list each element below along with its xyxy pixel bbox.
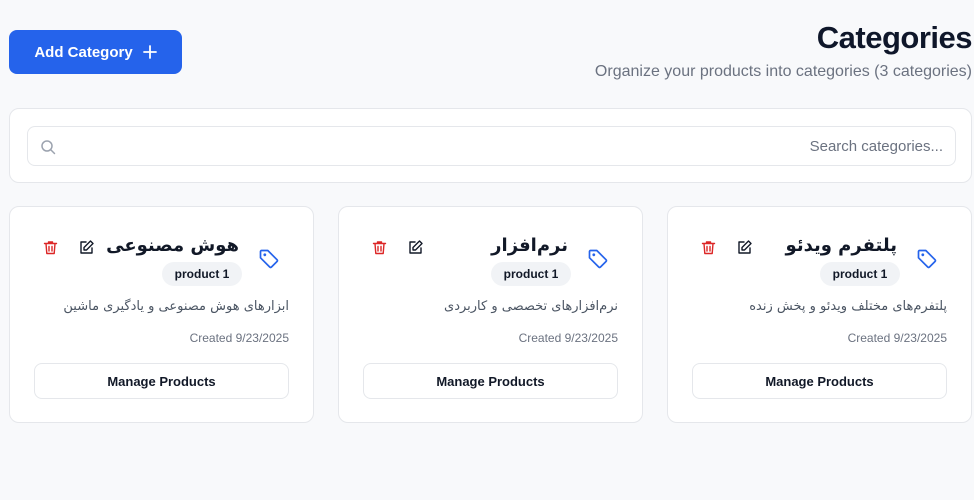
category-created-date: Created 9/23/2025 — [189, 331, 289, 345]
category-card: هوش مصنوعی product 1 ابزارهای هوش مصنوعی… — [9, 206, 314, 423]
category-card: پلتفرم ویدئو product 1 پلتفرم‌های مختلف … — [667, 206, 972, 423]
category-created-date: Created 9/23/2025 — [518, 331, 618, 345]
page-title: Categories — [816, 20, 973, 55]
search-input[interactable] — [68, 127, 943, 165]
manage-products-button[interactable]: Manage Products — [692, 363, 947, 399]
manage-products-button[interactable]: Manage Products — [34, 363, 289, 399]
tag-icon — [258, 248, 280, 270]
plus-icon — [142, 45, 157, 59]
search-icon — [40, 139, 56, 155]
edit-icon[interactable] — [407, 239, 424, 256]
product-count-badge: product 1 — [162, 262, 242, 286]
manage-products-button[interactable]: Manage Products — [363, 363, 618, 399]
category-description: ابزارهای هوش مصنوعی و یادگیری ماشین — [63, 299, 289, 314]
tag-icon — [916, 248, 938, 270]
trash-icon[interactable] — [700, 239, 717, 256]
product-count-badge: product 1 — [491, 262, 571, 286]
page-subtitle: Organize your products into categories (… — [594, 63, 972, 80]
edit-icon[interactable] — [78, 239, 95, 256]
add-category-label: Add Category — [34, 43, 133, 61]
category-created-date: Created 9/23/2025 — [847, 331, 947, 345]
search-panel — [9, 108, 972, 183]
category-card: نرم‌افزار product 1 نرم‌افزارهای تخصصی و… — [338, 206, 643, 423]
trash-icon[interactable] — [371, 239, 388, 256]
search-box[interactable] — [27, 126, 956, 166]
category-name: نرم‌افزار — [491, 235, 568, 256]
add-category-button[interactable]: Add Category — [9, 30, 182, 74]
category-name: هوش مصنوعی — [106, 235, 239, 256]
product-count-badge: product 1 — [820, 262, 900, 286]
category-name: پلتفرم ویدئو — [785, 235, 897, 256]
edit-icon[interactable] — [736, 239, 753, 256]
tag-icon — [587, 248, 609, 270]
category-description: نرم‌افزارهای تخصصی و کاربردی — [444, 299, 618, 314]
category-description: پلتفرم‌های مختلف ویدئو و پخش زنده — [749, 299, 947, 314]
trash-icon[interactable] — [42, 239, 59, 256]
